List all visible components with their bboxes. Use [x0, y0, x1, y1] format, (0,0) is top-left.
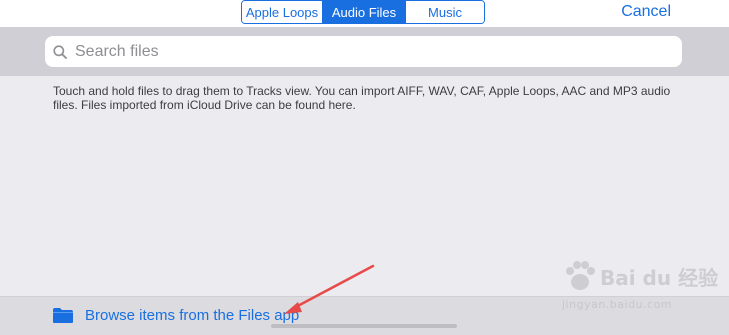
- segment-apple-loops[interactable]: Apple Loops: [242, 1, 323, 23]
- paw-icon: [566, 261, 595, 290]
- segment-music[interactable]: Music: [406, 1, 484, 23]
- watermark: Bai du 经验 jingyan.baidu.com: [560, 258, 720, 318]
- browse-label: Browse items from the Files app: [85, 307, 300, 324]
- segmented-control: Apple Loops Audio Files Music: [241, 0, 485, 24]
- info-text: Touch and hold files to drag them to Tra…: [53, 84, 671, 112]
- cancel-button[interactable]: Cancel: [621, 3, 671, 21]
- watermark-brand: Bai du 经验: [600, 266, 719, 290]
- segment-audio-files[interactable]: Audio Files: [323, 1, 406, 23]
- search-field[interactable]: [45, 36, 682, 67]
- search-band: [0, 27, 729, 76]
- folder-icon: [53, 308, 73, 323]
- browse-files-button[interactable]: Browse items from the Files app: [52, 307, 299, 324]
- home-indicator[interactable]: [271, 324, 457, 328]
- annotation-arrow: [284, 264, 375, 314]
- search-input[interactable]: [73, 41, 657, 62]
- top-bar: Apple Loops Audio Files Music Cancel: [0, 0, 729, 27]
- watermark-url: jingyan.baidu.com: [562, 298, 673, 311]
- search-icon: [53, 44, 67, 59]
